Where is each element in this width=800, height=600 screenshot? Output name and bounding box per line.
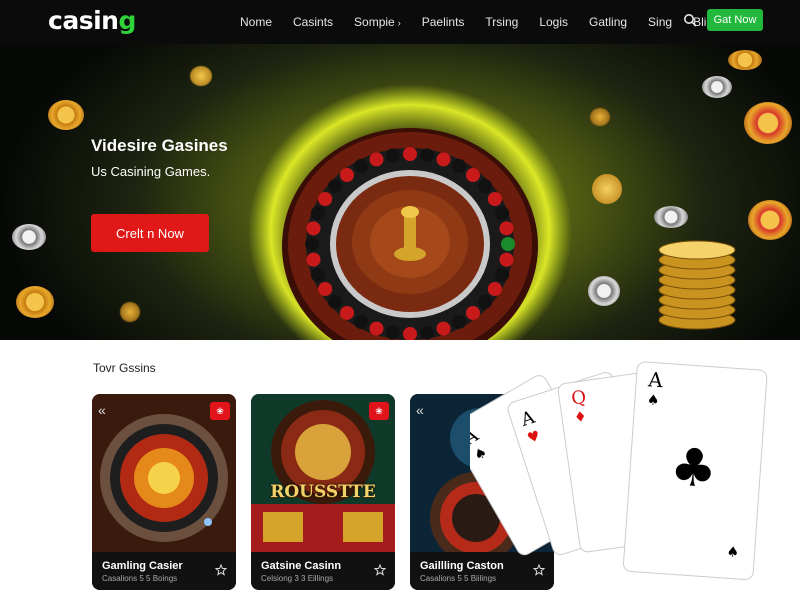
roulette-pocket bbox=[465, 168, 480, 183]
hero-title: Videsire Gasines bbox=[91, 136, 228, 155]
hero-subtitle: Us Casining Games. bbox=[91, 164, 211, 179]
card-meta: Casalions 5 5 Boings bbox=[102, 574, 178, 583]
roulette-wheel-image bbox=[282, 128, 538, 340]
roulette-pocket bbox=[478, 294, 493, 309]
club-icon: ♣ bbox=[668, 437, 719, 500]
hero-banner: Videsire Gasines Us Casining Games. Crel… bbox=[0, 44, 800, 340]
roulette-pocket bbox=[340, 168, 355, 183]
roulette-pocket bbox=[340, 305, 355, 320]
back-icon[interactable]: « bbox=[416, 402, 424, 418]
roulette-pocket bbox=[452, 159, 466, 174]
roulette-pocket bbox=[478, 179, 493, 194]
nav-item-trsing[interactable]: Trsing bbox=[485, 15, 518, 29]
card-rank: A bbox=[647, 367, 665, 392]
roulette-pocket bbox=[465, 305, 480, 320]
gold-chip-icon bbox=[728, 50, 762, 70]
roulette-pocket bbox=[369, 321, 384, 336]
game-card[interactable]: « ❀ Gamling Casier Casalions 5 5 Boings bbox=[92, 394, 236, 590]
spade-icon: ♠ bbox=[646, 392, 660, 409]
roulette-pocket bbox=[452, 314, 466, 329]
roulette-pocket bbox=[306, 221, 321, 236]
search-icon[interactable] bbox=[683, 13, 697, 27]
gold-coin-icon bbox=[190, 66, 212, 86]
roulette-pocket bbox=[487, 192, 502, 206]
card-meta: Celsiong 3 3 Eillings bbox=[261, 574, 334, 583]
silver-chip-icon bbox=[588, 276, 620, 306]
roulette-pocket bbox=[327, 179, 342, 194]
diamond-icon: ♦ bbox=[573, 409, 588, 427]
roulette-pocket bbox=[487, 282, 502, 296]
favorite-star-icon[interactable] bbox=[374, 564, 386, 576]
nav-item-logis[interactable]: Logis bbox=[539, 15, 568, 29]
nav-item-gatling[interactable]: Gatling bbox=[589, 15, 627, 29]
card-title: Gatsine Casinn bbox=[261, 560, 342, 572]
roulette-pocket bbox=[318, 282, 333, 296]
section-title: Tovr Gssins bbox=[93, 361, 156, 375]
coin-stack-icon bbox=[658, 240, 736, 330]
gold-chip-icon bbox=[748, 200, 792, 240]
gold-coin-icon bbox=[592, 174, 622, 204]
nav-item-nome[interactable]: Nome bbox=[240, 15, 272, 29]
site-logo[interactable]: casing bbox=[48, 6, 136, 35]
roulette-pocket bbox=[499, 221, 514, 236]
gold-coin-icon bbox=[590, 108, 610, 126]
back-icon[interactable]: « bbox=[98, 402, 106, 418]
roulette-pocket bbox=[436, 152, 451, 167]
silver-chip-icon bbox=[12, 224, 46, 250]
nav-links: Nome Casints Sompie › Paelints Trsing Log… bbox=[240, 0, 740, 44]
nav-item-sompie[interactable]: Sompie › bbox=[354, 15, 401, 29]
playing-cards-image: A ♠ A ♥ Q ♦ A ♠ ♣ ♠ bbox=[470, 361, 768, 580]
nav-item-sompie-label: Sompie bbox=[354, 15, 395, 29]
roulette-pocket bbox=[436, 321, 451, 336]
game-card[interactable]: ❀ ROUSSTTE Gatsine Casinn Celsiong 3 3 E… bbox=[251, 394, 395, 590]
silver-chip-icon bbox=[654, 206, 688, 228]
chevron-down-icon: › bbox=[397, 18, 401, 28]
top-navbar: casing Nome Casints Sompie › Paelints Trs… bbox=[0, 0, 800, 44]
gold-chip-icon bbox=[48, 100, 84, 130]
roulette-pocket bbox=[495, 206, 510, 221]
gold-coin-icon bbox=[120, 302, 140, 322]
card-badge-icon: ❀ bbox=[369, 402, 389, 420]
card-footer: Gatsine Casinn Celsiong 3 3 Eillings bbox=[251, 552, 395, 590]
spade-icon: ♠ bbox=[726, 544, 740, 561]
logo-accent: g bbox=[118, 6, 136, 35]
roulette-pocket bbox=[369, 152, 384, 167]
roulette-pocket bbox=[403, 147, 417, 161]
silver-chip-icon bbox=[702, 76, 732, 98]
get-now-button[interactable]: Gat Now bbox=[707, 9, 763, 31]
roulette-pocket bbox=[385, 148, 400, 163]
roulette-pocket bbox=[310, 267, 325, 282]
roulette-pocket bbox=[495, 267, 510, 282]
card-title: Gamling Casier bbox=[102, 560, 183, 572]
card-art-label: ROUSSTTE bbox=[270, 482, 376, 502]
roulette-pocket bbox=[354, 159, 368, 174]
logo-text: casin bbox=[48, 6, 119, 35]
gold-chip-icon bbox=[16, 286, 54, 318]
card-rank: Q bbox=[570, 387, 588, 410]
roulette-pocket bbox=[318, 192, 333, 206]
roulette-pocket bbox=[501, 237, 515, 251]
roulette-pocket bbox=[327, 294, 342, 309]
roulette-pocket bbox=[499, 252, 514, 267]
favorite-star-icon[interactable] bbox=[215, 564, 227, 576]
nav-item-casints[interactable]: Casints bbox=[293, 15, 333, 29]
roulette-pocket bbox=[420, 325, 435, 340]
card-badge-icon: ❀ bbox=[210, 402, 230, 420]
coin-disc bbox=[658, 240, 736, 260]
roulette-pocket bbox=[354, 314, 368, 329]
hero-cta-button[interactable]: Crelt n Now bbox=[91, 214, 209, 252]
roulette-pocket bbox=[310, 206, 325, 221]
nav-item-paelints[interactable]: Paelints bbox=[422, 15, 465, 29]
card-footer: Gamling Casier Casalions 5 5 Boings bbox=[92, 552, 236, 590]
roulette-pocket bbox=[306, 252, 321, 267]
roulette-pocket bbox=[385, 325, 400, 340]
roulette-pocket bbox=[305, 237, 319, 251]
roulette-pocket bbox=[420, 148, 435, 163]
gold-chip-icon bbox=[744, 102, 792, 144]
nav-item-sing[interactable]: Sing bbox=[648, 15, 672, 29]
